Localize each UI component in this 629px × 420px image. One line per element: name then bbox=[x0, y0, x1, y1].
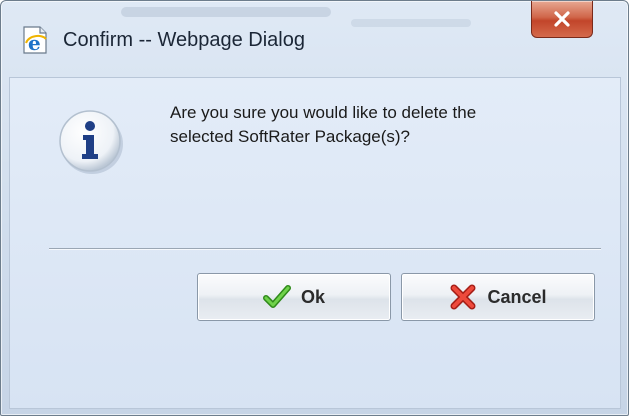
checkmark-icon bbox=[262, 284, 291, 310]
window-title: Confirm -- Webpage Dialog bbox=[63, 29, 305, 51]
confirm-dialog-window: e Confirm -- Webpage Dialog Are you sure… bbox=[0, 0, 629, 416]
close-x-icon bbox=[554, 11, 570, 27]
ok-button[interactable]: Ok bbox=[197, 273, 391, 321]
red-x-icon bbox=[449, 284, 477, 310]
title-bar[interactable]: e Confirm -- Webpage Dialog bbox=[1, 1, 628, 77]
svg-text:e: e bbox=[28, 31, 41, 55]
cancel-button[interactable]: Cancel bbox=[401, 273, 595, 321]
titlebar-background-blur bbox=[121, 7, 331, 17]
ok-button-label: Ok bbox=[300, 286, 325, 307]
close-button[interactable] bbox=[531, 1, 593, 38]
message-line: selected SoftRater Package(s)? bbox=[170, 127, 411, 146]
information-icon bbox=[56, 106, 126, 176]
ie-page-icon: e bbox=[20, 25, 50, 55]
cancel-button-label: Cancel bbox=[487, 286, 547, 307]
titlebar-background-blur bbox=[351, 19, 471, 27]
separator-line bbox=[49, 248, 601, 250]
confirmation-message: Are you sure you would like to delete th… bbox=[170, 101, 590, 149]
message-line: Are you sure you would like to delete th… bbox=[170, 103, 477, 122]
